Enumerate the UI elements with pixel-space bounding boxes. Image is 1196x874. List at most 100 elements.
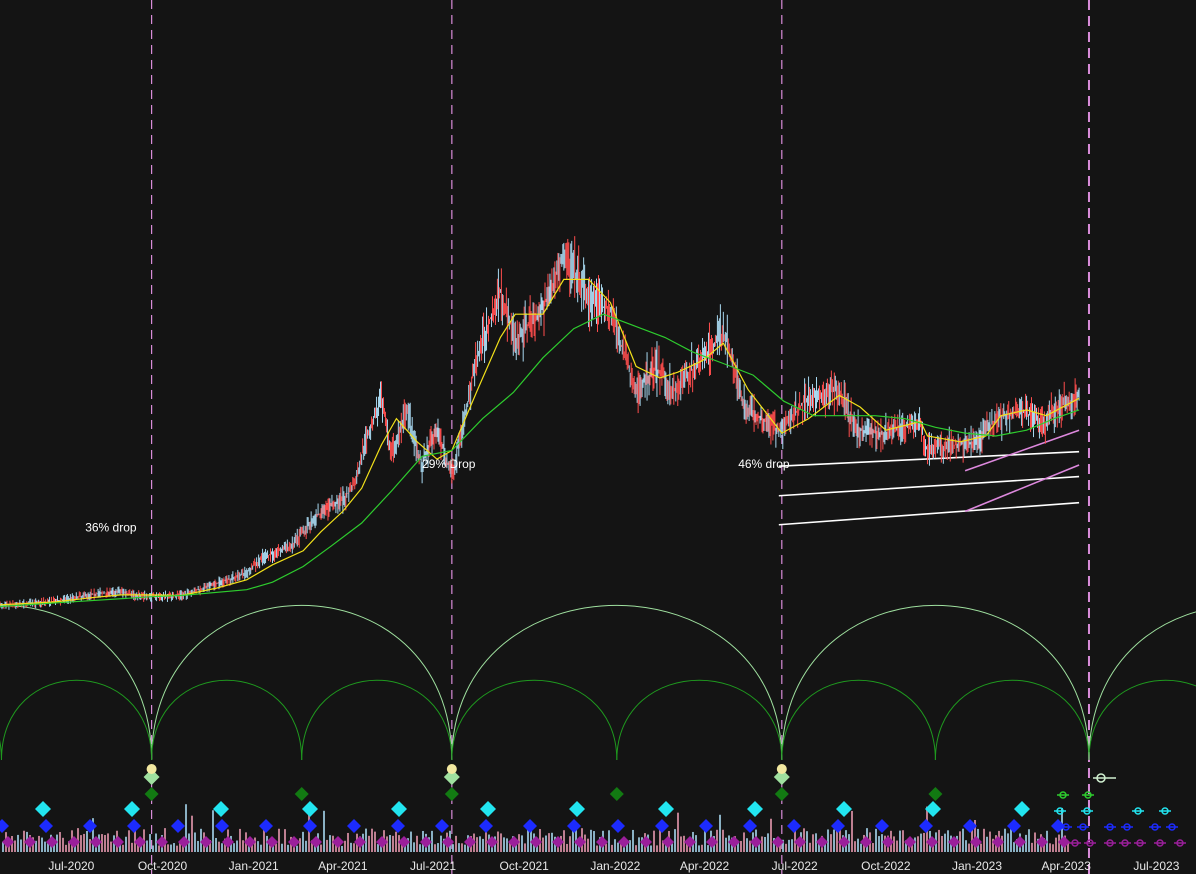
volume-bar xyxy=(701,844,703,852)
volume-bar xyxy=(482,838,484,852)
volume-bar xyxy=(719,814,721,852)
volume-bar xyxy=(413,842,415,852)
series-line xyxy=(0,278,1080,606)
volume-bar xyxy=(611,844,613,852)
moving-averages xyxy=(0,278,1080,608)
volume-bar xyxy=(632,829,634,852)
volume-bar xyxy=(671,843,673,852)
volume-bar xyxy=(677,812,679,852)
volume-bar xyxy=(593,831,595,852)
volume-bar xyxy=(809,842,811,852)
volume-bar xyxy=(1034,832,1036,852)
cycle-diamond-blue xyxy=(83,819,97,833)
volume-bar xyxy=(299,838,301,852)
volume-bar xyxy=(125,836,127,852)
cycle-arc xyxy=(0,740,2,761)
volume-bar xyxy=(347,832,349,852)
x-tick-label: Apr-2021 xyxy=(318,859,368,873)
volume-bar xyxy=(194,832,196,852)
cycle-diamond-blue xyxy=(523,819,537,833)
volume-bar xyxy=(1013,842,1015,852)
volume-bar xyxy=(296,845,298,852)
volume-bar xyxy=(17,834,19,852)
cycle-diamond-blue xyxy=(479,819,493,833)
volume-bar xyxy=(854,841,856,852)
cycle-diamond-cyan xyxy=(747,801,763,817)
volume-bar xyxy=(914,837,916,852)
cycle-diamond-green xyxy=(444,787,459,801)
cycle-diamond-blue xyxy=(259,819,273,833)
cycle-diamond-blue xyxy=(391,819,405,833)
volume-bar xyxy=(233,843,235,852)
volume-bar xyxy=(278,828,280,852)
volume-bar xyxy=(722,829,724,852)
volume-bar xyxy=(434,844,436,852)
cycle-diamond-blue xyxy=(39,819,53,833)
cycle-diamond-cyan xyxy=(302,801,318,817)
cycle-diamond-purple xyxy=(156,836,168,848)
volume-bar xyxy=(899,830,901,852)
volume-bar xyxy=(44,841,46,852)
volume-bar xyxy=(392,835,394,852)
cycle-diamond-cyan xyxy=(124,801,140,817)
volume-bar xyxy=(14,840,16,852)
volume-bar xyxy=(785,843,787,852)
cycle-diamond-blue xyxy=(347,819,361,833)
volume-bar xyxy=(860,843,862,852)
volume-bar xyxy=(263,828,265,852)
volume-bar xyxy=(941,835,943,852)
volume-bar xyxy=(761,836,763,852)
volume-bar xyxy=(452,844,454,852)
volume-bar xyxy=(542,837,544,852)
volume-bar xyxy=(266,835,268,852)
volume-bar xyxy=(371,828,373,852)
volume-bar xyxy=(944,833,946,852)
cycle-arc xyxy=(934,679,1090,761)
cycle-diamond-purple xyxy=(288,836,300,848)
cycle-dot xyxy=(146,764,157,774)
volume-bar xyxy=(65,844,67,852)
volume-bar xyxy=(1031,842,1033,852)
cycle-diamond-cyan xyxy=(1014,801,1030,817)
volume-bar xyxy=(239,828,241,852)
series-line xyxy=(0,313,1080,608)
price-chart: 36% drop 29% Drop 46% drop Jul-2020 Oct-202… xyxy=(0,0,1196,874)
cycle-diamond-blue xyxy=(303,819,317,833)
volume-bar xyxy=(938,829,940,852)
volume-bar xyxy=(770,818,772,852)
volume-bar xyxy=(764,836,766,852)
volume-bar xyxy=(968,843,970,852)
chart-root: 36% drop 29% Drop 46% drop Jul-2020 Oct-202… xyxy=(0,0,1196,874)
volume-bar xyxy=(947,830,949,852)
volume-bar xyxy=(548,833,550,852)
volume-bar xyxy=(302,831,304,852)
volume-bar xyxy=(614,839,616,852)
x-tick-label: Oct-2021 xyxy=(499,859,549,873)
cycle-diamond-green xyxy=(294,787,309,801)
channel-line-middle xyxy=(778,475,1080,497)
volume-bar xyxy=(128,830,130,852)
volume-bar xyxy=(326,839,328,852)
volume-bar xyxy=(698,845,700,852)
annotation-label: 29% Drop xyxy=(422,457,476,471)
volume-bar xyxy=(197,840,199,852)
volume-bar xyxy=(89,839,91,852)
cycle-arc xyxy=(1088,679,1196,761)
volume-bar xyxy=(1007,833,1009,852)
cycle-arc xyxy=(1088,611,1196,761)
volume-bar xyxy=(827,829,829,852)
volume-bar xyxy=(59,832,61,852)
volume-bar xyxy=(524,843,526,852)
volume-bar xyxy=(341,845,343,852)
volume-bar xyxy=(587,838,589,852)
volume-bar xyxy=(962,828,964,852)
cycle-diamond-purple xyxy=(882,836,894,848)
volume-bar xyxy=(320,844,322,852)
volume-bar xyxy=(146,840,148,852)
volume-bar xyxy=(506,838,508,852)
cycle-diamond-purple xyxy=(948,836,960,848)
volume-bar xyxy=(332,835,334,852)
volume-bar xyxy=(221,843,223,852)
cycle-diamond-purple xyxy=(420,836,432,848)
volume-bar xyxy=(902,830,904,852)
